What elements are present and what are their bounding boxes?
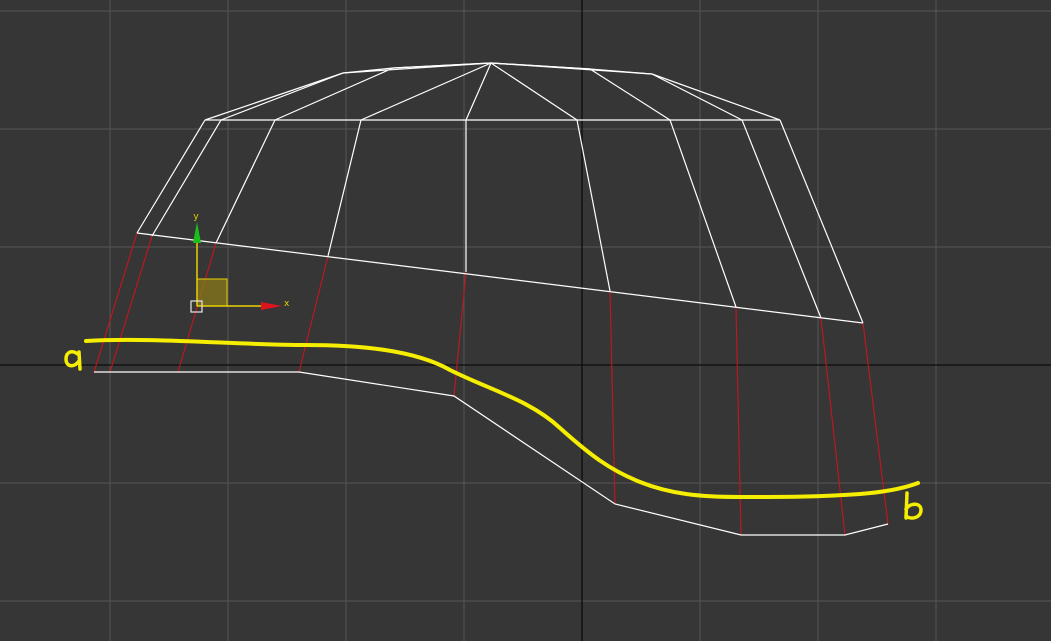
start-marker (64, 350, 82, 371)
gizmo-y-arrow-icon[interactable] (193, 222, 201, 243)
wireframe-bottom-profile (94, 371, 889, 536)
perspective-viewport[interactable]: y x a b (0, 0, 1051, 641)
wireframe-red-edges (93, 232, 889, 536)
gizmo-x-arrow-icon[interactable] (261, 302, 282, 310)
annotation-curve (84, 337, 920, 499)
wireframe-dome (136, 62, 864, 324)
gizmo-y-label: y (193, 212, 199, 222)
viewport-grid (0, 0, 1051, 641)
transform-gizmo[interactable]: y x (190, 212, 290, 313)
end-marker (904, 491, 923, 520)
viewport-canvas[interactable]: y x a b (0, 0, 1051, 641)
gizmo-x-label: x (284, 299, 290, 309)
